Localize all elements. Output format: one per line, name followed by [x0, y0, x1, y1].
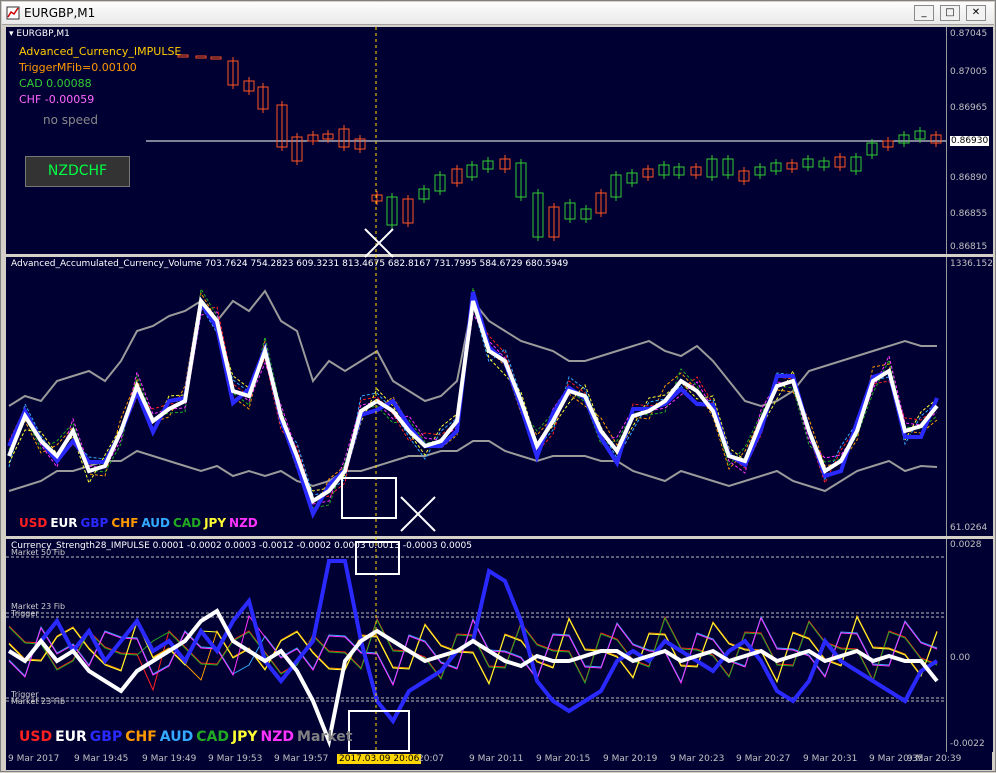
strength-legend: USD EUR GBP CHF AUD CAD JPY NZD Market: [19, 729, 355, 745]
time-tick: 9 Mar 19:53: [208, 754, 263, 764]
volume-eur: [7, 296, 939, 505]
time-tick: 9 Mar 20:23: [670, 754, 725, 764]
legend-usd: USD: [19, 516, 48, 530]
volume-usd: [8, 306, 938, 500]
time-tick: 9 Mar 20:39: [907, 754, 962, 764]
legend-eur: EUR: [50, 516, 78, 530]
time-tick: 9 Mar 20:27: [736, 754, 791, 764]
pair-button[interactable]: NZDCHF: [25, 156, 130, 187]
chart-symbol-label: ▾ EURGBP,M1: [9, 29, 70, 39]
legend-market: Market: [297, 729, 353, 745]
legend-jpy: JPY: [231, 729, 258, 745]
trigger-value: TriggerMFib=0.00100: [19, 61, 137, 74]
level-label: Trigger: [11, 609, 39, 618]
legend-aud: AUD: [159, 729, 194, 745]
legend-eur: EUR: [55, 729, 87, 745]
strength-aud: [8, 615, 938, 686]
chart-drawings: [6, 27, 946, 752]
speed-status: no speed: [43, 113, 99, 127]
highlight-box: [348, 710, 410, 752]
legend-cad: CAD: [196, 729, 229, 745]
volume-legend: USD EUR GBP CHF AUD CAD JPY NZD: [19, 516, 261, 530]
strength-eur: [7, 608, 939, 748]
market-lower-band: [8, 440, 938, 493]
candle-body: [210, 56, 222, 60]
time-tick: 9 Mar 2017: [8, 754, 60, 764]
strength-indicator-header: Currency_Strength28_IMPULSE 0.0001 -0.00…: [11, 541, 472, 551]
crosshair-time: 2017.03.09 20:06: [337, 754, 422, 764]
highlight-box: [341, 477, 397, 519]
volume-gbp: [7, 291, 939, 520]
legend-gbp: GBP: [89, 729, 123, 745]
time-tick: 9 Mar 19:49: [142, 754, 197, 764]
legend-nzd: NZD: [229, 516, 258, 530]
volume-indicator-header: Advanced_Accumulated_Currency_Volume 703…: [11, 259, 569, 269]
time-tick: 9 Mar 20:11: [469, 754, 524, 764]
level-label: Market 23 Fib: [11, 697, 66, 706]
time-axis: 9 Mar 2017 9 Mar 19:45 9 Mar 19:49 9 Mar…: [6, 752, 992, 770]
candle-body: [195, 55, 207, 59]
indicator-name: Advanced_Currency_IMPULSE: [19, 45, 182, 58]
time-tick: 9 Mar 19:45: [74, 754, 129, 764]
chf-value: CHF -0.00059: [19, 93, 95, 106]
legend-cad: CAD: [173, 516, 202, 530]
time-tick: 9 Mar 19:57: [274, 754, 329, 764]
cad-value: CAD 0.00088: [19, 77, 92, 90]
level-label: Market 50 Fib: [11, 548, 66, 557]
legend-gbp: GBP: [80, 516, 109, 530]
legend-chf: CHF: [111, 516, 139, 530]
legend-jpy: JPY: [204, 516, 227, 530]
strength-chf: [8, 614, 938, 685]
time-tick: 9 Mar 20:15: [536, 754, 591, 764]
terminal-window: EURGBP,M1 _ □ ✕ 0.87045 0.87005 0.86965 …: [0, 0, 996, 772]
time-tick: 9 Mar 20:31: [803, 754, 858, 764]
legend-usd: USD: [19, 729, 53, 745]
legend-aud: AUD: [141, 516, 171, 530]
time-tick: 20:07: [418, 754, 444, 764]
time-tick: 9 Mar 20:19: [603, 754, 658, 764]
legend-nzd: NZD: [260, 729, 295, 745]
legend-chf: CHF: [125, 729, 157, 745]
